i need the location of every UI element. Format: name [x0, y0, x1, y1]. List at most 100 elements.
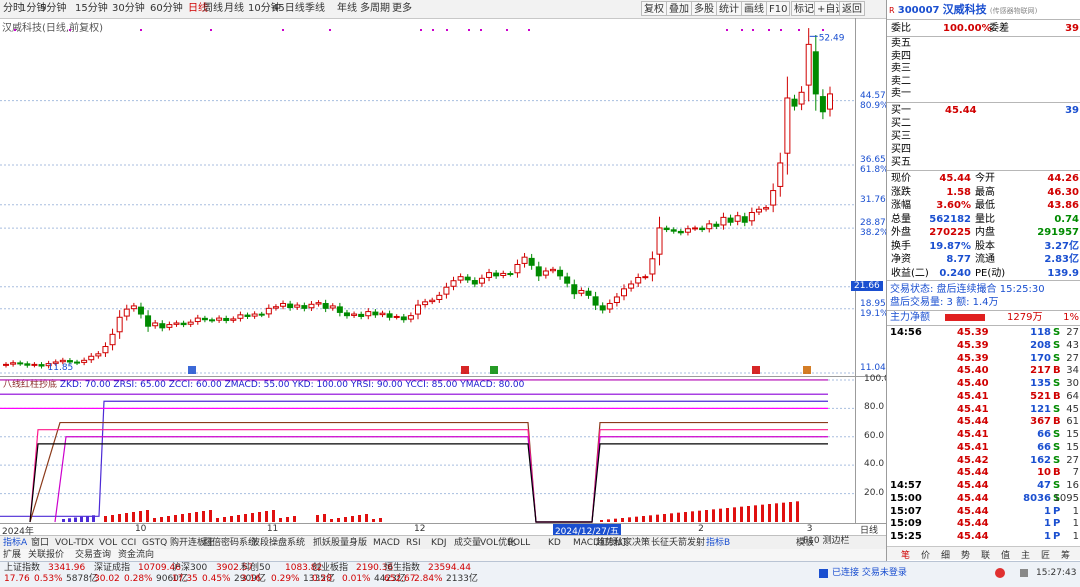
tick-row-5[interactable]: 45.41 521 B 64	[887, 390, 1080, 403]
candle-body-27	[194, 317, 201, 323]
indicator-tab-1[interactable]: 窗口	[31, 537, 49, 549]
right-tab-7[interactable]: 匠	[1041, 548, 1050, 561]
candle-1	[10, 360, 17, 367]
period-tab-7[interactable]: 周线	[203, 2, 223, 16]
toolbar-button-3[interactable]: 统计	[716, 1, 742, 16]
candle-body-43	[308, 303, 315, 309]
ind-bar-66	[754, 505, 757, 522]
tick-row-12[interactable]: 14:57 45.44 47 S 16	[887, 479, 1080, 492]
tick-row-6[interactable]: 45.41 121 S 45	[887, 403, 1080, 416]
indicator-tab-5[interactable]: GSTQ	[142, 537, 167, 549]
indicator-tab-18[interactable]: 趋势私家决策	[596, 537, 650, 549]
indicator-tab-16[interactable]: KD	[548, 537, 561, 549]
indicator-tab-19[interactable]: 长征夭箭发射	[651, 537, 705, 549]
tick-count-11: 7	[1072, 467, 1079, 479]
right-tab-5[interactable]: 值	[1001, 548, 1010, 561]
candle-body-48	[343, 312, 350, 317]
tick-row-10[interactable]: 45.42 162 S 27	[887, 454, 1080, 467]
indicator-tab-9[interactable]: 抓妖股量身版	[313, 537, 367, 549]
indicator-tab-13[interactable]: 成交量	[454, 537, 481, 549]
function-tab-0[interactable]: 扩展	[3, 549, 21, 561]
toolbar-button-2[interactable]: 多股	[691, 1, 717, 16]
period-tab-8[interactable]: 月线	[224, 2, 244, 16]
candle-103	[734, 211, 741, 226]
quote-label1-4: 外盘	[891, 227, 911, 238]
index-item-5[interactable]: 恒生指数 23594.44 652.67 2.84% 2133亿	[384, 563, 478, 585]
tick-row-11[interactable]: 45.44 10 B 7	[887, 466, 1080, 479]
tick-row-0[interactable]: 14:56 45.39 118 S 27	[887, 326, 1080, 339]
indicator-tab-0[interactable]: 指标A	[3, 537, 27, 549]
indicator-tab-10[interactable]: MACD	[373, 537, 400, 549]
indicator-chart[interactable]	[0, 376, 886, 524]
indicator-tab-15[interactable]: BOLL	[507, 537, 530, 549]
ask-row-0: 卖五	[891, 38, 911, 49]
tick-row-8[interactable]: 45.41 66 S 15	[887, 428, 1080, 441]
candle-body-44	[315, 302, 322, 305]
tick-row-7[interactable]: 45.44 367 B 61	[887, 415, 1080, 428]
indicator-tab-2[interactable]: VOL-TDX	[55, 537, 94, 549]
indicator-tab-7[interactable]: 翻倍密码系统	[203, 537, 257, 549]
quote-row-5: 换手 19.87% 股本 3.27亿	[887, 240, 1080, 253]
right-tab-1[interactable]: 价	[921, 548, 930, 561]
period-tab-4[interactable]: 30分钟	[112, 2, 145, 16]
signal-dot-13	[726, 29, 728, 31]
period-tab-2[interactable]: 5分钟	[40, 2, 66, 16]
function-tab-1[interactable]: 关联报价	[28, 549, 64, 561]
right-tab-6[interactable]: 主	[1021, 548, 1030, 561]
tick-count-7: 61	[1066, 416, 1079, 428]
candle-body-93	[663, 227, 670, 231]
index-name-5: 恒生指数	[384, 563, 421, 573]
ind-bar-1	[68, 518, 71, 522]
right-tab-8[interactable]: 筹	[1061, 548, 1070, 561]
tick-row-2[interactable]: 45.39 170 S 27	[887, 352, 1080, 365]
tick-row-1[interactable]: 45.39 208 S 43	[887, 339, 1080, 352]
tick-row-3[interactable]: 45.40 217 B 34	[887, 364, 1080, 377]
indicator-tab-4[interactable]: CCI	[121, 537, 136, 549]
signal-dot-18	[798, 29, 800, 31]
indicator-tab-12[interactable]: KDJ	[431, 537, 447, 549]
ind-bar-50	[642, 516, 645, 522]
ind-bar-65	[747, 506, 750, 522]
ind-bar-17	[181, 514, 184, 522]
right-tab-3[interactable]: 势	[961, 548, 970, 561]
period-tab-12[interactable]: 年线	[337, 2, 357, 16]
candle-11	[81, 357, 88, 366]
right-tab-2[interactable]: 细	[941, 548, 950, 561]
candle-14	[102, 342, 109, 357]
right-tab-extra[interactable]: F10 测边栏	[803, 533, 885, 546]
candle-body-79	[564, 276, 571, 284]
toolbar-button-1[interactable]: 叠加	[666, 1, 692, 16]
toolbar-button-0[interactable]: 复权	[641, 1, 667, 16]
index-item-0[interactable]: 上证指数 3341.96 17.76 0.53% 5878亿	[4, 563, 98, 585]
tick-row-4[interactable]: 45.40 135 S 30	[887, 377, 1080, 390]
indicator-tab-8[interactable]: 波段操盘系统	[251, 537, 305, 549]
bid-row-2: 买三	[887, 130, 1080, 143]
indicator-tab-11[interactable]: RSI	[406, 537, 421, 549]
period-tab-10[interactable]: 45日线	[272, 2, 305, 16]
function-tab-2[interactable]: 交易查询	[75, 549, 111, 561]
candlestick-chart[interactable]: 52.49 11.85	[0, 18, 886, 376]
period-tab-13[interactable]: 多周期	[360, 2, 390, 16]
right-tab-4[interactable]: 联	[981, 548, 990, 561]
period-tab-11[interactable]: 季线	[305, 2, 325, 16]
tick-row-14[interactable]: 15:07 45.44 1 P 1	[887, 505, 1080, 518]
period-tab-3[interactable]: 15分钟	[75, 2, 108, 16]
right-tab-0[interactable]: 笔	[901, 548, 910, 561]
function-tab-3[interactable]: 资金流向	[118, 549, 154, 561]
toolbar-button-5[interactable]: F10	[766, 1, 791, 16]
candle-77	[549, 266, 556, 274]
index-bar: 上证指数 3341.96 17.76 0.53% 5878亿 深证成指 10709.46 30…	[0, 561, 1080, 587]
period-tab-14[interactable]: 更多	[392, 2, 412, 16]
indicator-tab-20[interactable]: 指标B	[706, 537, 730, 549]
tick-row-15[interactable]: 15:09 45.44 1 P 1	[887, 517, 1080, 530]
toolbar-button-8[interactable]: 返回	[839, 1, 865, 16]
indicator-tab-3[interactable]: VOL	[99, 537, 117, 549]
period-tab-5[interactable]: 60分钟	[150, 2, 183, 16]
tick-row-16[interactable]: 15:25 45.44 1 P 1	[887, 530, 1080, 543]
tick-row-9[interactable]: 45.41 66 S 15	[887, 441, 1080, 454]
index-item-1[interactable]: 深证成指 10709.46 30.02 0.28% 9060亿	[94, 563, 188, 585]
candle-body-53	[379, 312, 386, 316]
tick-list[interactable]: 14:56 45.39 118 S 27 45.39 208 S 43 45.39 170 S 27 45…	[887, 326, 1080, 544]
toolbar-button-4[interactable]: 画线	[741, 1, 767, 16]
tick-row-13[interactable]: 15:00 45.44 8036 S 1095	[887, 492, 1080, 505]
